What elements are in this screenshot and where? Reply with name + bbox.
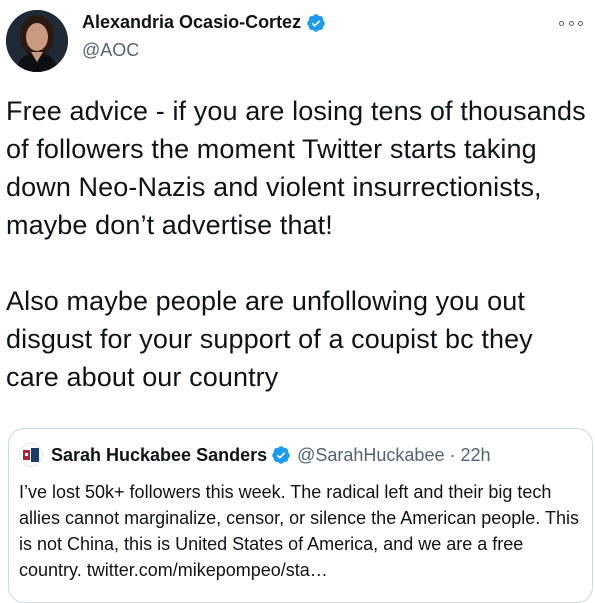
more-options-icon[interactable] <box>559 16 583 30</box>
tweet-paragraph: Also maybe people are unfollowing you ou… <box>6 286 533 392</box>
author-name-row[interactable]: Alexandria Ocasio-Cortez <box>82 12 326 33</box>
quoted-tweet-timestamp[interactable]: 22h <box>460 445 490 466</box>
tweet-paragraph: Free advice - if you are losing tens of … <box>6 96 586 240</box>
quoted-author-name[interactable]: Sarah Huckabee Sanders <box>51 445 267 466</box>
quoted-tweet-card[interactable]: Sarah Huckabee Sanders @SarahHuckabee · … <box>8 428 593 603</box>
author-name[interactable]: Alexandria Ocasio-Cortez <box>82 12 301 33</box>
verified-badge-icon <box>307 13 325 32</box>
author-handle[interactable]: @AOC <box>82 40 139 61</box>
quoted-tweet-text: I’ve lost 50k+ followers this week. The … <box>19 482 579 580</box>
tweet-body: Free advice - if you are losing tens of … <box>6 92 592 396</box>
more-dot <box>578 20 583 26</box>
more-dot <box>559 20 564 26</box>
quoted-tweet-header: Sarah Huckabee Sanders @SarahHuckabee · … <box>19 443 491 467</box>
verified-badge-icon <box>272 446 290 464</box>
quoted-author-avatar[interactable] <box>19 443 43 467</box>
quoted-author-handle[interactable]: @SarahHuckabee <box>297 445 444 466</box>
more-dot <box>568 20 574 26</box>
separator-dot: · <box>449 444 456 465</box>
author-avatar[interactable] <box>6 10 68 72</box>
